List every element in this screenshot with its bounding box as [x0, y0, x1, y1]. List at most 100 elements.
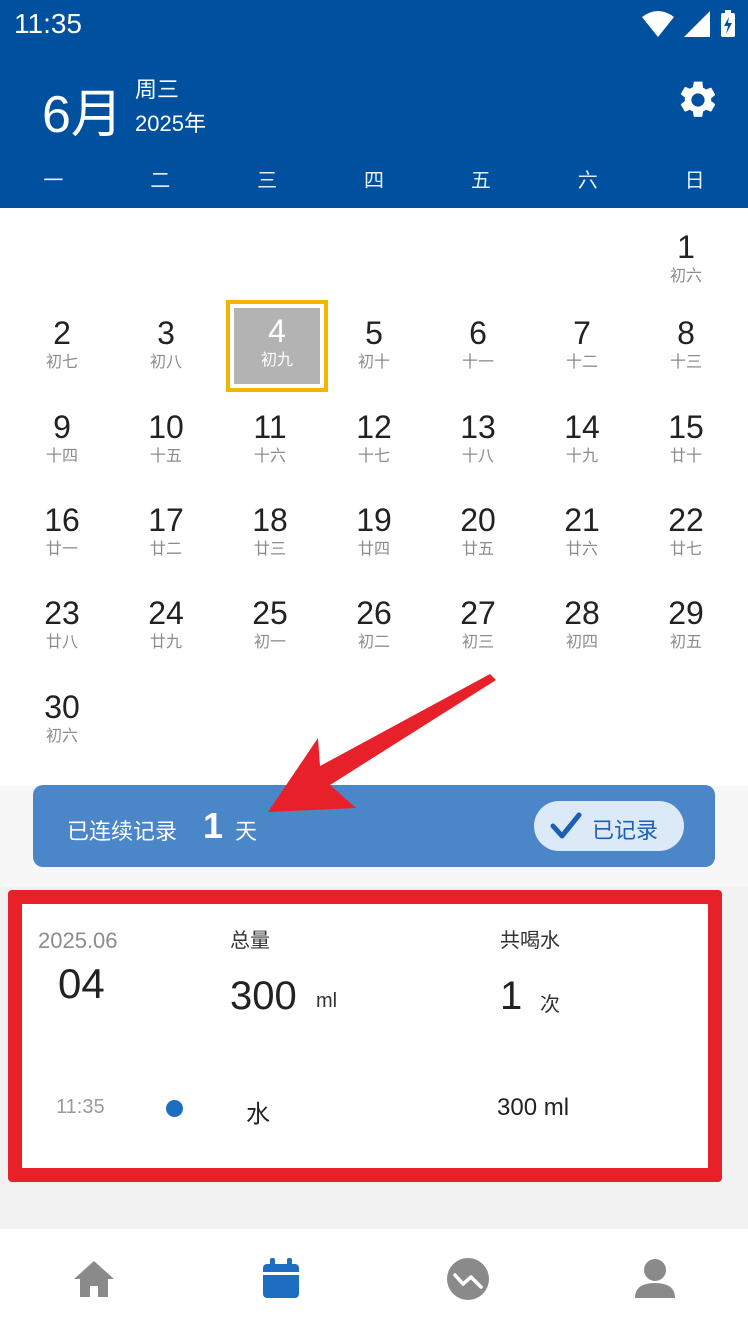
count-value: 1 [500, 974, 523, 1018]
calendar-lunar-label: 初一 [253, 632, 286, 651]
calendar-day[interactable]: 28 初四 [534, 586, 630, 674]
calendar-day-number: 2 [53, 315, 71, 351]
profile-icon [634, 1259, 675, 1298]
calendar-day[interactable]: 3 初八 [118, 306, 214, 394]
calendar-day[interactable]: 7 十二 [534, 306, 630, 394]
count-unit: 次 [540, 992, 560, 1016]
calendar-lunar-label: 廿一 [45, 539, 78, 558]
calendar-day[interactable]: 19 廿四 [326, 493, 422, 581]
nav-home[interactable] [0, 1229, 187, 1329]
calendar-day-number: 20 [460, 502, 496, 538]
calendar-day[interactable]: 2 初七 [14, 306, 110, 394]
entry-amount: 300 ml [497, 1094, 570, 1121]
calendar-day[interactable]: 22 廿七 [638, 493, 734, 581]
recorded-badge-label: 已记录 [592, 819, 659, 844]
calendar-day-number: 22 [668, 502, 704, 538]
calendar-lunar-label: 初四 [565, 632, 598, 651]
nav-trend[interactable] [374, 1229, 561, 1329]
calendar-day[interactable]: 9 十四 [14, 400, 110, 488]
calendar-day[interactable]: 24 廿九 [118, 586, 214, 674]
calendar-day[interactable]: 13 十八 [430, 400, 526, 488]
nav-calendar[interactable] [187, 1229, 374, 1329]
weekday-header: 六 [577, 168, 598, 192]
total-unit: ml [316, 990, 338, 1012]
calendar-day[interactable]: 1 初六 [638, 220, 734, 308]
calendar-day-number: 18 [252, 502, 288, 538]
weekday-header: 三 [257, 168, 278, 192]
status-icons [642, 10, 736, 38]
calendar-day[interactable]: 11 十六 [222, 400, 318, 488]
calendar-day[interactable]: 25 初一 [222, 586, 318, 674]
calendar-day-number: 6 [469, 315, 487, 351]
streak-prefix: 已连续记录 [67, 820, 178, 845]
calendar-lunar-label: 初二 [357, 632, 390, 651]
streak-suffix: 天 [235, 820, 258, 845]
check-icon [550, 812, 582, 839]
recorded-badge[interactable]: 已记录 [534, 801, 684, 851]
total-value: 300 [230, 974, 297, 1018]
calendar-lunar-label: 初五 [669, 632, 702, 651]
entry-time: 11:35 [56, 1096, 105, 1118]
calendar-day[interactable]: 17 廿二 [118, 493, 214, 581]
calendar-day-number: 14 [564, 409, 600, 445]
battery-icon [721, 10, 735, 37]
nav-profile[interactable] [561, 1229, 748, 1329]
calendar-day-number: 19 [356, 502, 392, 538]
weekday-header: 四 [364, 168, 384, 192]
calendar-lunar-label: 廿五 [461, 539, 494, 558]
weekday-header: 二 [150, 168, 171, 192]
total-label: 总量 [230, 928, 270, 952]
calendar-day-number: 7 [573, 315, 591, 351]
calendar-day-number: 5 [365, 315, 383, 351]
status-time: 11:35 [14, 8, 82, 39]
calendar-day[interactable]: 15 廿十 [638, 400, 734, 488]
calendar-day-number: 25 [252, 595, 288, 631]
calendar-lunar-label: 十三 [669, 352, 702, 371]
calendar-lunar-label: 十四 [45, 446, 78, 465]
calendar-day-number: 30 [44, 689, 80, 725]
calendar-day-number: 26 [356, 595, 392, 631]
calendar-day-number: 1 [677, 229, 695, 265]
calendar-day[interactable]: 16 廿一 [14, 493, 110, 581]
weekday-header: 五 [470, 168, 491, 192]
calendar-day-number: 17 [148, 502, 184, 538]
calendar-day-number: 27 [460, 595, 496, 631]
calendar-day[interactable]: 29 初五 [638, 586, 734, 674]
calendar-day-number: 9 [53, 409, 71, 445]
calendar-day[interactable]: 20 廿五 [430, 493, 526, 581]
calendar-day-number: 4 [268, 313, 286, 349]
calendar-lunar-label: 十一 [461, 352, 494, 371]
calendar-day-number: 28 [564, 595, 600, 631]
calendar-day-number: 12 [356, 409, 392, 445]
gear-icon[interactable] [676, 78, 720, 122]
calendar-day[interactable]: 5 初十 [326, 306, 422, 394]
calendar-lunar-label: 十九 [565, 446, 598, 465]
calendar-lunar-label: 初九 [260, 350, 293, 369]
calendar-lunar-label: 初七 [45, 352, 78, 371]
calendar-day-number: 11 [253, 409, 287, 445]
calendar-day[interactable]: 18 廿三 [222, 493, 318, 581]
calendar-lunar-label: 廿二 [149, 539, 182, 558]
calendar-day[interactable]: 30 初六 [14, 680, 110, 768]
calendar-day[interactable]: 12 十七 [326, 400, 422, 488]
count-label: 共喝水 [500, 928, 560, 952]
calendar-day[interactable]: 8 十三 [638, 306, 734, 394]
calendar-day[interactable]: 4 初九 [226, 300, 328, 392]
calendar-day[interactable]: 21 廿六 [534, 493, 630, 581]
calendar-day[interactable]: 6 十一 [430, 306, 526, 394]
calendar-day-number: 23 [44, 595, 80, 631]
calendar-day[interactable]: 23 廿八 [14, 586, 110, 674]
calendar-day[interactable]: 26 初二 [326, 586, 422, 674]
calendar-day[interactable]: 10 十五 [118, 400, 214, 488]
entry-type: 水 [246, 1100, 270, 1128]
status-bar: 11:35 [0, 0, 748, 52]
calendar-day-number: 29 [668, 595, 704, 631]
calendar-lunar-label: 廿十 [669, 446, 702, 465]
calendar-day[interactable]: 27 初三 [430, 586, 526, 674]
calendar-day[interactable]: 14 十九 [534, 400, 630, 488]
month-title: 6月 [42, 86, 123, 144]
calendar-day-number: 21 [564, 502, 600, 538]
calendar-lunar-label: 廿七 [669, 539, 702, 558]
calendar-lunar-label: 廿九 [149, 632, 182, 651]
calendar-day-number: 15 [668, 409, 704, 445]
